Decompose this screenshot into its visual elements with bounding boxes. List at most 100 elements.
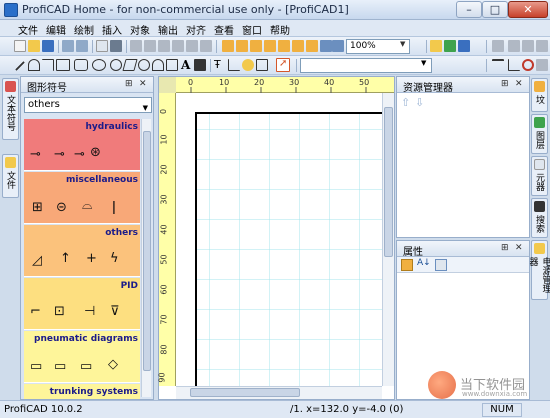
open-icon[interactable] xyxy=(28,40,40,52)
symbol-item[interactable]: ⊽ xyxy=(110,304,120,319)
tab-components[interactable]: 元器 xyxy=(531,156,548,196)
folder-icon[interactable] xyxy=(430,40,442,52)
zoom-fit-icon[interactable] xyxy=(320,40,332,52)
circle-2-icon[interactable] xyxy=(138,59,150,71)
no-entry-icon[interactable] xyxy=(522,59,534,71)
polyline-icon[interactable] xyxy=(42,59,54,71)
symbol-item[interactable]: ⊞ xyxy=(32,200,43,215)
canvas-horizontal-scrollbar[interactable] xyxy=(176,386,382,399)
symbol-item[interactable]: ⊝ xyxy=(56,200,67,215)
symbol-item[interactable]: ◿ xyxy=(32,253,42,268)
symbol-item[interactable]: ⊛ xyxy=(90,145,101,160)
ungroup-icon[interactable] xyxy=(200,40,212,52)
symbol-item[interactable]: ⊸ xyxy=(30,147,41,162)
symbol-item[interactable]: ▭ xyxy=(30,359,42,374)
align-top-icon[interactable] xyxy=(264,40,276,52)
menu-edit[interactable]: 编辑 xyxy=(46,22,66,37)
symbol-item[interactable]: ⊡ xyxy=(54,304,65,319)
close-icon[interactable]: ✕ xyxy=(515,243,523,253)
canvas-vertical-scrollbar[interactable] xyxy=(382,93,394,386)
category-miscellaneous[interactable]: miscellaneous ⊞ ⊝ ⌓ ǀ xyxy=(24,172,140,224)
image-icon[interactable] xyxy=(194,59,206,71)
pin-icon[interactable]: ⊞ xyxy=(501,243,509,253)
grid-toggle-icon[interactable] xyxy=(522,40,534,52)
group-icon[interactable] xyxy=(186,40,198,52)
arc-icon[interactable] xyxy=(28,59,40,71)
rounded-rect-icon[interactable] xyxy=(74,59,88,71)
symbol-item[interactable]: ϟ xyxy=(110,251,119,266)
symbol-item[interactable]: + xyxy=(86,251,97,266)
distribute-icon[interactable] xyxy=(306,40,318,52)
text-tool-2-icon[interactable]: Ŧ xyxy=(214,58,221,71)
menu-help[interactable]: 帮助 xyxy=(270,22,290,37)
close-icon[interactable]: ✕ xyxy=(139,79,147,89)
shape-icon[interactable] xyxy=(166,59,178,71)
more-draw-icon[interactable] xyxy=(536,59,548,71)
ellipse-icon[interactable] xyxy=(92,59,106,71)
select-rect-icon[interactable] xyxy=(492,40,504,52)
menu-view[interactable]: 查看 xyxy=(214,22,234,37)
symbol-item[interactable]: ⌐ xyxy=(30,304,41,319)
tab-layers-1[interactable]: 坟 xyxy=(531,78,548,112)
menu-window[interactable]: 窗口 xyxy=(242,22,262,37)
symbol-item[interactable]: ⊣ xyxy=(84,304,95,319)
symbol-item[interactable]: ǀ xyxy=(112,200,116,215)
copy-icon[interactable] xyxy=(144,40,156,52)
label-icon[interactable] xyxy=(242,59,254,71)
print-icon[interactable] xyxy=(110,40,122,52)
grid-icon[interactable] xyxy=(458,40,470,52)
tab-files[interactable]: 文件 xyxy=(2,154,19,198)
redo-icon[interactable] xyxy=(76,40,88,52)
align-bottom-icon[interactable] xyxy=(292,40,304,52)
save-icon[interactable] xyxy=(42,40,54,52)
bezier-icon[interactable] xyxy=(152,59,164,71)
close-icon[interactable]: ✕ xyxy=(515,79,523,89)
scrollbar-thumb[interactable] xyxy=(190,388,300,397)
pin-icon[interactable]: ⊞ xyxy=(501,79,509,89)
category-pid[interactable]: PID ⌐ ⊡ ⊣ ⊽ xyxy=(24,278,140,330)
menu-insert[interactable]: 插入 xyxy=(102,22,122,37)
library-select[interactable]: others ▼ xyxy=(24,97,152,113)
close-button[interactable]: ✕ xyxy=(508,1,548,18)
symbol-item[interactable]: ⌓ xyxy=(82,198,92,213)
symbol-item[interactable]: ▭ xyxy=(80,359,92,374)
pin-icon[interactable]: ⊞ xyxy=(125,79,133,89)
property-pages-icon[interactable] xyxy=(435,259,447,271)
chevron-down-icon[interactable]: ▼ xyxy=(143,101,148,115)
new-icon[interactable] xyxy=(14,40,26,52)
align-left-icon[interactable] xyxy=(222,40,234,52)
line-icon[interactable] xyxy=(15,61,25,71)
menu-align[interactable]: 对齐 xyxy=(186,22,206,37)
menu-object[interactable]: 对象 xyxy=(130,22,150,37)
cut-icon[interactable] xyxy=(130,40,142,52)
dimension-icon[interactable] xyxy=(228,59,240,71)
tab-layers[interactable]: 图层 xyxy=(531,114,548,154)
circle-icon[interactable] xyxy=(110,59,122,71)
symbol-item[interactable]: ⊸ xyxy=(74,147,85,162)
symbol-item[interactable]: ◇ xyxy=(108,357,118,372)
symbol-item[interactable]: ▭ xyxy=(54,359,66,374)
up-arrow-icon[interactable]: ⇧ xyxy=(401,96,410,109)
print-preview-icon[interactable] xyxy=(96,40,108,52)
layer-icon[interactable] xyxy=(444,40,456,52)
symbol-item[interactable]: ⊸ xyxy=(54,147,65,162)
wire-corner-icon[interactable] xyxy=(508,59,520,71)
tab-power-manager[interactable]: 电源管理器 xyxy=(528,240,550,300)
down-arrow-icon[interactable]: ⇩ xyxy=(415,96,424,109)
wire-icon[interactable] xyxy=(256,59,268,71)
style-select[interactable] xyxy=(300,58,432,73)
symbol-item[interactable]: ↑ xyxy=(60,251,71,266)
minimize-button[interactable]: – xyxy=(456,1,482,18)
category-hydraulics[interactable]: hydraulics ⊸ ⊸ ⊸ ⊛ xyxy=(24,119,140,171)
text-tool-icon[interactable]: A xyxy=(181,58,190,72)
align-middle-icon[interactable] xyxy=(278,40,290,52)
category-pneumatic-diagrams[interactable]: pneumatic diagrams ▭ ▭ ▭ ◇ xyxy=(24,331,140,383)
sort-az-icon[interactable]: A↓ xyxy=(417,258,431,268)
category-others[interactable]: others ◿ ↑ + ϟ xyxy=(24,225,140,277)
menu-file[interactable]: 文件 xyxy=(18,22,38,37)
symbols-scrollbar[interactable] xyxy=(141,119,151,397)
tab-search[interactable]: 搜索 xyxy=(531,198,548,238)
align-right-icon[interactable] xyxy=(250,40,262,52)
undo-icon[interactable] xyxy=(62,40,74,52)
delete-icon[interactable] xyxy=(172,40,184,52)
